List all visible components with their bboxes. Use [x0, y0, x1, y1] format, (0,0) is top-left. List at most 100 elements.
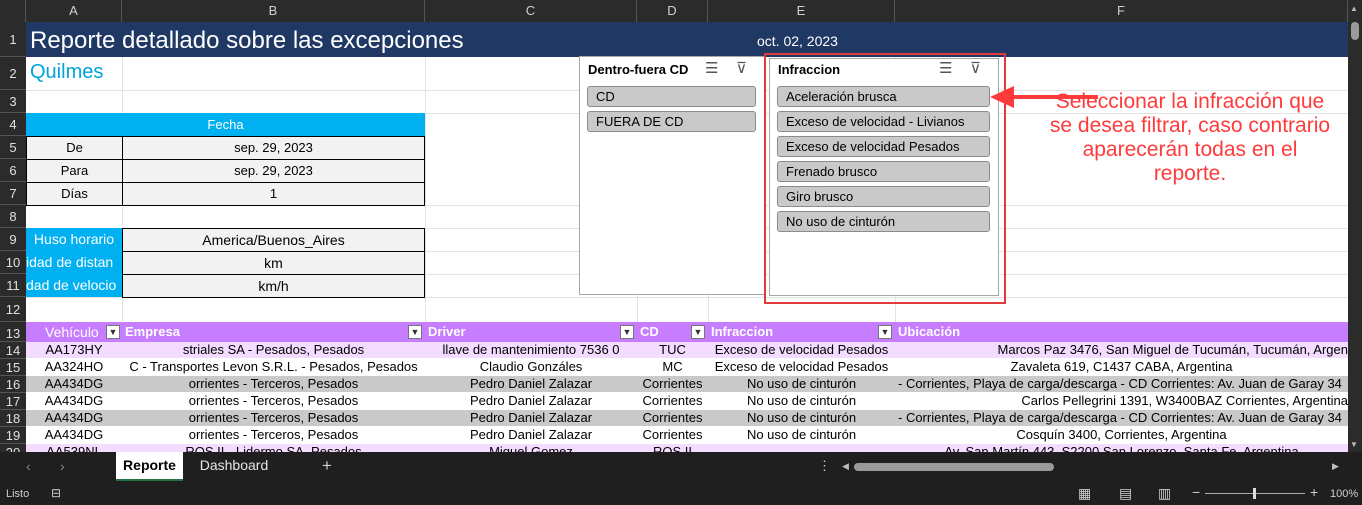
scrollbar-thumb[interactable] — [1351, 22, 1359, 40]
zoom-out-icon[interactable]: − — [1192, 484, 1200, 500]
row-header-16[interactable]: 16 — [0, 376, 26, 393]
filter-dropdown-icon[interactable]: ▼ — [620, 325, 634, 339]
cell-driver[interactable]: Pedro Daniel Zalazar — [425, 427, 637, 443]
scroll-up-icon[interactable]: ▲ — [1350, 4, 1358, 13]
row-header-8[interactable]: 8 — [0, 205, 26, 228]
zoom-level[interactable]: 100% — [1330, 488, 1358, 500]
scroll-left-icon[interactable]: ◀ — [842, 461, 849, 472]
cell-driver[interactable]: Pedro Daniel Zalazar — [425, 410, 637, 426]
cell-empresa[interactable]: ROS II - Lidermo SA, Pesados — [122, 444, 425, 452]
page-break-icon[interactable]: ▥ — [1158, 485, 1171, 502]
cell-driver[interactable]: llave de mantenimiento 7536 0 — [425, 342, 637, 358]
zoom-in-icon[interactable]: + — [1310, 484, 1318, 500]
cell-vehiculo[interactable]: AA434DG — [26, 427, 122, 443]
vertical-scrollbar[interactable]: ▲ ▼ — [1348, 0, 1362, 452]
row-header-12[interactable]: 12 — [0, 297, 26, 322]
column-header-f[interactable]: F — [895, 0, 1348, 22]
clear-filter-icon[interactable]: ⊽ — [736, 59, 747, 77]
cell-cd[interactable]: Corrientes — [637, 393, 708, 409]
column-header-b[interactable]: B — [122, 0, 425, 22]
row-header-18[interactable]: 18 — [0, 410, 26, 427]
table-row[interactable]: AA173HY striales SA - Pesados, Pesados l… — [26, 342, 1348, 359]
cell-driver[interactable]: Pedro Daniel Zalazar — [425, 376, 637, 392]
column-header-e[interactable]: E — [708, 0, 895, 22]
row-header-17[interactable]: 17 — [0, 393, 26, 410]
table-row[interactable]: AA434DG orrientes - Terceros, Pesados Pe… — [26, 376, 1348, 393]
select-all-corner[interactable] — [0, 0, 26, 22]
table-row[interactable]: AA539NL ROS II - Lidermo SA, Pesados Mig… — [26, 444, 1348, 452]
column-header-c[interactable]: C — [425, 0, 637, 22]
scroll-down-icon[interactable]: ▼ — [1350, 440, 1358, 449]
cell-infraccion[interactable]: No uso de cinturón — [708, 410, 895, 426]
zoom-slider-thumb[interactable] — [1253, 488, 1256, 499]
row-header-13[interactable]: 13 — [0, 322, 26, 342]
cell-infraccion[interactable]: No uso de cinturón — [708, 376, 895, 392]
table-row[interactable]: AA434DG orrientes - Terceros, Pesados Pe… — [26, 410, 1348, 427]
cell-cd[interactable]: Corrientes — [637, 427, 708, 443]
cell-ubicacion[interactable]: Marcos Paz 3476, San Miguel de Tucumán, … — [895, 342, 1348, 358]
zoom-slider[interactable] — [1205, 488, 1305, 499]
cell-driver[interactable]: Claudio Gonzáles — [425, 359, 637, 375]
cell-empresa[interactable]: orrientes - Terceros, Pesados — [122, 410, 425, 426]
cell-ubicacion[interactable]: - Corrientes, Playa de carga/descarga - … — [895, 376, 1348, 392]
cell-infraccion[interactable]: Exceso de velocidad Pesados — [708, 342, 895, 358]
cell-empresa[interactable]: striales SA - Pesados, Pesados — [122, 342, 425, 358]
row-header-10[interactable]: 10 — [0, 251, 26, 274]
cell-driver[interactable]: Pedro Daniel Zalazar — [425, 393, 637, 409]
row-header-7[interactable]: 7 — [0, 182, 26, 205]
scrollbar-thumb[interactable] — [854, 463, 1054, 471]
speed-unit-value[interactable]: km/h — [122, 274, 425, 298]
normal-view-icon[interactable]: ▦ — [1078, 485, 1091, 502]
cell-ubicacion[interactable]: Carlos Pellegrini 1391, W3400BAZ Corrien… — [895, 393, 1348, 409]
table-row[interactable]: AA324HO C - Transportes Levon S.R.L. - P… — [26, 359, 1348, 376]
cell-vehiculo[interactable]: AA539NL — [26, 444, 122, 452]
distance-unit-value[interactable]: km — [122, 251, 425, 275]
cell-driver[interactable]: Miguel Gomez — [425, 444, 637, 452]
cell-infraccion[interactable] — [708, 444, 895, 452]
multiselect-icon[interactable]: ☰ — [705, 59, 718, 77]
row-header-20[interactable]: 20 — [0, 444, 26, 452]
column-header-d[interactable]: D — [637, 0, 708, 22]
row-header-2[interactable]: 2 — [0, 57, 26, 90]
cell-ubicacion[interactable]: Zavaleta 619, C1437 CABA, Argentina — [895, 359, 1348, 375]
row-header-9[interactable]: 9 — [0, 228, 26, 251]
tab-scroll-right-icon[interactable]: › — [60, 458, 65, 474]
cell-empresa[interactable]: orrientes - Terceros, Pesados — [122, 393, 425, 409]
page-layout-icon[interactable]: ▤ — [1119, 485, 1132, 502]
cell-infraccion[interactable]: Exceso de velocidad Pesados — [708, 359, 895, 375]
cell-infraccion[interactable]: No uso de cinturón — [708, 393, 895, 409]
cell-empresa[interactable]: orrientes - Terceros, Pesados — [122, 376, 425, 392]
row-header-6[interactable]: 6 — [0, 159, 26, 182]
cell-ubicacion[interactable]: Cosquín 3400, Corrientes, Argentina — [895, 427, 1348, 443]
row-header-14[interactable]: 14 — [0, 342, 26, 359]
add-sheet-icon[interactable]: + — [322, 456, 332, 476]
filter-dropdown-icon[interactable]: ▼ — [691, 325, 705, 339]
cell-vehiculo[interactable]: AA434DG — [26, 393, 122, 409]
horizontal-scrollbar[interactable]: ◀ ▶ — [842, 461, 1342, 473]
cell-cd[interactable]: TUC — [637, 342, 708, 358]
row-header-11[interactable]: 11 — [0, 274, 26, 297]
cell-ubicacion[interactable]: Av. San Martín 443, S2200 San Lorenzo, S… — [895, 444, 1348, 452]
filter-dropdown-icon[interactable]: ▼ — [106, 325, 120, 339]
row-header-1[interactable]: 1 — [0, 22, 26, 57]
cell-cd[interactable]: ROS II — [637, 444, 708, 452]
column-header-a[interactable]: A — [26, 0, 122, 22]
cell-cd[interactable]: Corrientes — [637, 376, 708, 392]
row-header-4[interactable]: 4 — [0, 113, 26, 136]
cell-vehiculo[interactable]: AA434DG — [26, 376, 122, 392]
cell-ubicacion[interactable]: - Corrientes, Playa de carga/descarga - … — [895, 410, 1348, 426]
row-header-3[interactable]: 3 — [0, 90, 26, 113]
filter-dropdown-icon[interactable]: ▼ — [878, 325, 892, 339]
table-row[interactable]: AA434DG orrientes - Terceros, Pesados Pe… — [26, 393, 1348, 410]
row-header-19[interactable]: 19 — [0, 427, 26, 444]
cell-vehiculo[interactable]: AA173HY — [26, 342, 122, 358]
tab-scroll-left-icon[interactable]: ‹ — [26, 458, 31, 474]
accessibility-icon[interactable]: ⊟ — [51, 486, 61, 500]
table-row[interactable]: AA434DG orrientes - Terceros, Pesados Pe… — [26, 427, 1348, 444]
row-header-15[interactable]: 15 — [0, 359, 26, 376]
cell-vehiculo[interactable]: AA324HO — [26, 359, 122, 375]
more-options-icon[interactable]: ⋮ — [818, 458, 831, 474]
row-header-5[interactable]: 5 — [0, 136, 26, 159]
slicer-cd-item[interactable]: CD — [587, 86, 756, 107]
cell-vehiculo[interactable]: AA434DG — [26, 410, 122, 426]
